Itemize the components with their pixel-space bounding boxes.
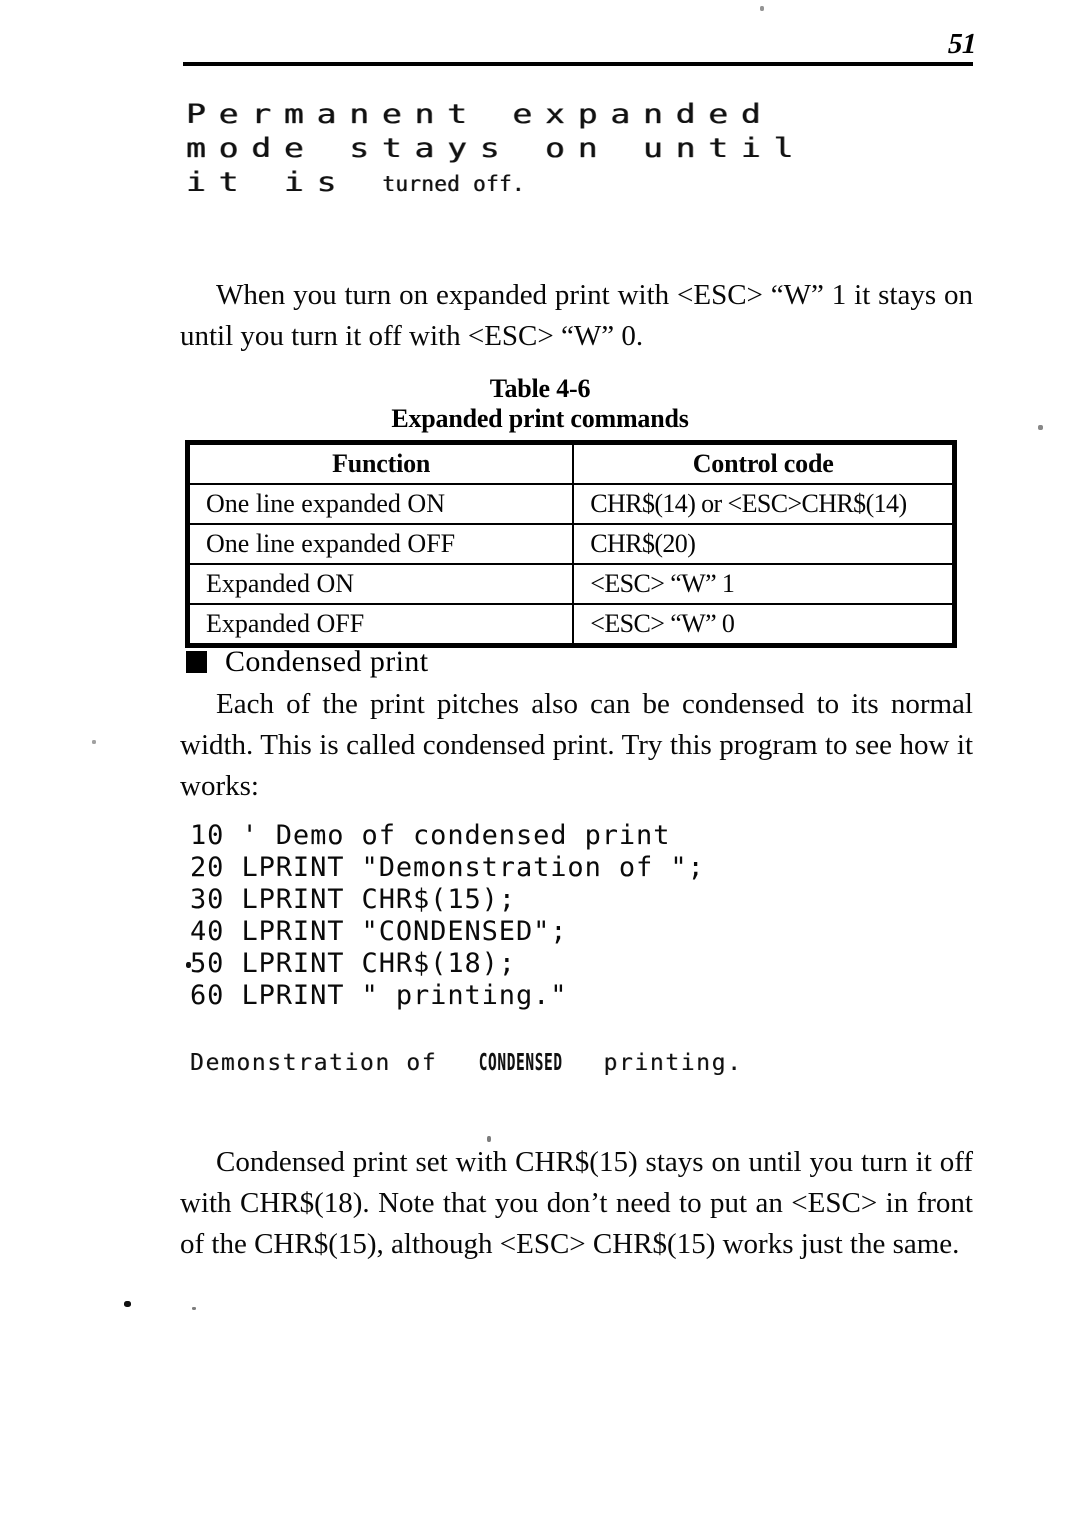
scan-artifact <box>192 1307 196 1310</box>
paragraph-condensed-note-text: Condensed print set with CHR$(15) stays … <box>180 1146 973 1260</box>
table-caption-title: Expanded print commands <box>391 404 689 433</box>
program-line: 60 LPRINT " printing." <box>190 980 568 1011</box>
cell-control-code: <ESC> “W” 0 <box>572 603 954 645</box>
paragraph-condensed-intro-text: Each of the print pitches also can be co… <box>180 688 973 802</box>
column-header-function: Function <box>187 443 575 485</box>
paragraph-condensed-note: Condensed print set with CHR$(15) stays … <box>180 1142 973 1265</box>
paragraph-expanded-print: When you turn on expanded print with <ES… <box>180 275 973 357</box>
sample-expanded-line-1: Permanent expanded <box>186 99 774 130</box>
cell-function: Expanded ON <box>187 563 575 605</box>
column-header-control-code: Control code <box>572 443 954 485</box>
header-rule <box>183 62 973 66</box>
table-row: One line expanded ON CHR$(14) or <ESC>CH… <box>187 483 954 525</box>
scan-artifact <box>487 1136 491 1142</box>
expanded-print-commands-table: Function Control code One line expanded … <box>185 440 957 648</box>
program-line: 30 LPRINT CHR$(15); <box>190 884 516 915</box>
cell-control-code: CHR$(14) or <ESC>CHR$(14) <box>572 483 954 525</box>
section-heading-label: Condensed print <box>225 645 429 678</box>
cell-control-code: <ESC> “W” 1 <box>572 563 954 605</box>
page-number: 51 <box>947 28 977 60</box>
program-line: 40 LPRINT "CONDENSED"; <box>190 916 568 947</box>
section-heading-condensed-print: Condensed print <box>186 645 428 679</box>
document-page: 51 Permanent expanded mode stays on unti… <box>0 0 1080 1522</box>
paragraph-expanded-print-text: When you turn on expanded print with <ES… <box>180 279 973 352</box>
table-row: Expanded ON <ESC> “W” 1 <box>187 563 954 605</box>
table-header-row: Function Control code <box>187 443 954 485</box>
sample-condensed-prefix: Demonstration of <box>190 1050 453 1076</box>
sample-condensed-suffix: printing. <box>588 1050 743 1076</box>
cell-function: One line expanded OFF <box>187 523 575 565</box>
scan-artifact <box>92 740 96 744</box>
basic-program-listing: 10 ' Demo of condensed print 20 LPRINT "D… <box>190 820 705 1012</box>
table-row: One line expanded OFF CHR$(20) <box>187 523 954 565</box>
table-row: Expanded OFF <ESC> “W” 0 <box>187 603 954 645</box>
cell-function: Expanded OFF <box>187 603 575 645</box>
cell-control-code: CHR$(20) <box>572 523 954 565</box>
scan-artifact <box>1038 425 1043 430</box>
black-square-bullet-icon <box>186 651 207 673</box>
scan-artifact <box>124 1301 131 1307</box>
printer-sample-expanded: Permanent expanded mode stays on until i… <box>186 98 806 201</box>
program-line: 20 LPRINT "Demonstration of "; <box>190 852 705 883</box>
program-line: 50 LPRINT CHR$(18); <box>190 948 516 979</box>
sample-condensed-emphasis: CONDENSED <box>478 1050 563 1076</box>
table-caption-number: Table 4-6 <box>489 374 591 403</box>
scan-artifact <box>186 962 191 968</box>
sample-expanded-line-2: mode stays on until <box>186 133 807 164</box>
printer-sample-condensed-output: Demonstration of CONDENSED printing. <box>190 1050 743 1076</box>
cell-function: One line expanded ON <box>187 483 575 525</box>
scan-artifact <box>760 6 764 11</box>
program-line: 10 ' Demo of condensed print <box>190 820 671 851</box>
paragraph-condensed-intro: Each of the print pitches also can be co… <box>180 684 973 807</box>
sample-expanded-line-3-normal: turned off. <box>381 172 525 196</box>
sample-expanded-line-3-wide: it is <box>186 167 382 198</box>
